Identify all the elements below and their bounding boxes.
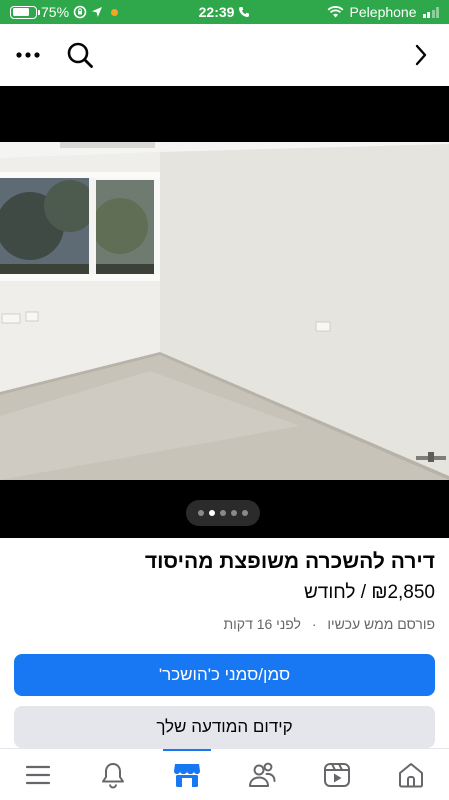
marketplace-shop-icon [174, 764, 200, 787]
cellular-signal-icon [422, 6, 439, 18]
posted-note: פורסם ממש עכשיו [327, 616, 435, 632]
status-bar: 75% 22:39 Pelephone [0, 0, 449, 24]
tab-groups[interactable] [230, 749, 294, 800]
bottom-tab-bar [0, 748, 449, 800]
tab-notifications[interactable] [81, 749, 145, 800]
tab-video[interactable] [305, 749, 369, 800]
video-play-icon [324, 763, 350, 787]
forward-button[interactable] [407, 41, 435, 69]
room-photo [0, 86, 449, 538]
mark-as-rented-button[interactable]: סמן/סמני כ'הושכר' [14, 654, 435, 696]
carrier-name: Pelephone [349, 4, 417, 20]
listing-photo-carousel[interactable] [0, 86, 449, 538]
listing-title: דירה להשכרה משופצת מהיסוד [144, 550, 435, 573]
pager-dot [198, 510, 204, 516]
photo-pager [186, 500, 260, 526]
pager-dot [209, 510, 215, 516]
listing-meta: פורסם ממש עכשיו · לפני 16 דקות [14, 616, 436, 632]
hamburger-menu-icon [25, 765, 51, 785]
home-icon [399, 763, 423, 788]
tab-home[interactable] [379, 749, 443, 800]
chevron-right-icon [415, 44, 427, 66]
status-time: 22:39 [198, 4, 235, 20]
bell-icon [102, 763, 124, 789]
pager-dot [242, 510, 248, 516]
posted-time: לפני 16 דקות [223, 616, 301, 632]
more-options-button[interactable] [14, 41, 42, 69]
search-icon [67, 42, 93, 68]
more-horizontal-icon [16, 52, 40, 58]
status-right: Pelephone [327, 4, 439, 20]
listing-price: ₪2,850 / לחודש [303, 582, 435, 603]
boost-listing-button[interactable]: קידום המודעה שלך [14, 706, 435, 748]
top-nav [0, 24, 449, 86]
search-button[interactable] [64, 39, 96, 71]
pager-dot [231, 510, 237, 516]
meta-separator: · [311, 616, 317, 632]
tab-menu[interactable] [6, 749, 70, 800]
groups-icon [249, 762, 276, 787]
phone-icon [239, 7, 250, 17]
tab-marketplace[interactable] [155, 749, 219, 800]
wifi-icon [327, 6, 343, 18]
pager-dot [220, 510, 226, 516]
